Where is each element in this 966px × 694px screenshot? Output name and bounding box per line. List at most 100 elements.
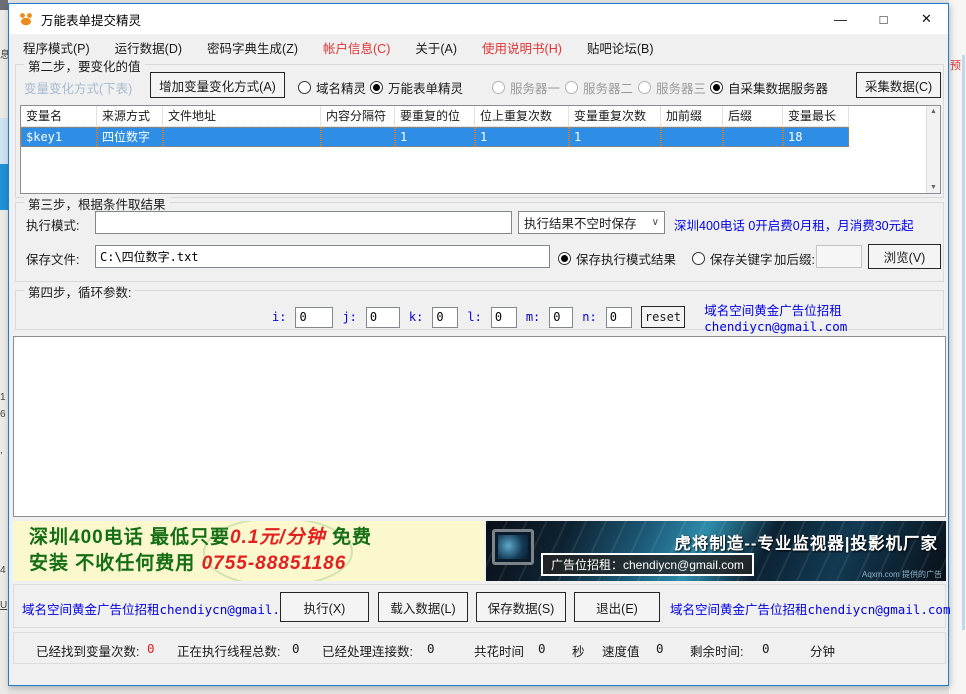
status-time-value: 0	[538, 641, 546, 656]
radio-save-keyword[interactable]: 保存关键字	[692, 249, 773, 268]
app-paw-icon	[18, 11, 34, 27]
reset-button[interactable]: reset	[641, 306, 686, 328]
radio-self-collect-server[interactable]: 自采集数据服务器	[710, 78, 828, 97]
radio-label: 万能表单精灵	[388, 78, 463, 97]
col-header[interactable]: 变量名	[21, 106, 97, 127]
radio-icon	[298, 81, 311, 94]
col-header[interactable]: 变量重复次数	[569, 106, 661, 127]
col-header[interactable]: 文件地址	[163, 106, 321, 127]
save-data-button[interactable]: 保存数据(S)	[476, 592, 566, 622]
status-remain-value: 0	[762, 641, 770, 656]
step2-group-title: 第二步，要变化的值	[24, 56, 145, 75]
step4-group: 第四步，循环参数: i: j: k: l: m: n: reset 域名空间黄金…	[15, 290, 944, 330]
col-header[interactable]: 位上重复次数	[475, 106, 569, 127]
cell-file-path	[163, 127, 321, 147]
ad-link-bottom-left[interactable]: 域名空间黄金广告位招租chendiycn@gmail.com	[22, 599, 303, 618]
param-n-label: n:	[582, 310, 596, 324]
execute-button[interactable]: 执行(X)	[280, 592, 369, 622]
cell-variable-name: $key1	[21, 127, 97, 147]
save-mode-dropdown[interactable]: 执行结果不空时保存 ∨	[518, 211, 665, 234]
col-header[interactable]: 变量最长	[783, 106, 849, 127]
col-header[interactable]: 内容分隔符	[321, 106, 395, 127]
save-file-label: 保存文件:	[26, 249, 79, 268]
add-variable-button[interactable]: 增加变量变化方式(A)	[150, 72, 285, 98]
status-time-unit: 秒	[572, 641, 585, 660]
exec-mode-input[interactable]	[95, 211, 512, 234]
radio-save-exec-result[interactable]: 保存执行模式结果	[558, 249, 676, 268]
variable-mode-hint: 变量变化方式(下表)	[24, 78, 132, 97]
menu-run-data[interactable]: 运行数据(D)	[115, 38, 182, 57]
menu-bar: 程序模式(P) 运行数据(D) 密码字典生成(Z) 帐户信息(C) 关于(A) …	[9, 34, 948, 61]
menu-forum[interactable]: 贴吧论坛(B)	[587, 38, 654, 57]
radio-domain-wizard[interactable]: 域名精灵	[298, 78, 366, 97]
minimize-button[interactable]: —	[819, 4, 862, 34]
status-speed-value: 0	[656, 641, 664, 656]
col-header[interactable]: 要重复的位	[395, 106, 475, 127]
radio-label: 域名精灵	[316, 78, 366, 97]
scroll-up-icon[interactable]: ▲	[930, 108, 937, 115]
cell-repeat-digit: 1	[395, 127, 475, 147]
radio-server3: 服务器三	[638, 78, 706, 97]
radio-icon	[492, 81, 505, 94]
param-j-input[interactable]	[366, 307, 400, 328]
radio-icon	[692, 252, 705, 265]
param-j-label: j:	[342, 310, 356, 324]
menu-program-mode[interactable]: 程序模式(P)	[23, 38, 90, 57]
step4-group-title: 第四步，循环参数:	[24, 282, 135, 301]
status-connections-value: 0	[427, 641, 435, 656]
radio-form-wizard[interactable]: 万能表单精灵	[370, 78, 463, 97]
radio-label: 自采集数据服务器	[728, 78, 828, 97]
result-textarea[interactable]	[13, 336, 946, 517]
table-header-row: 变量名 来源方式 文件地址 内容分隔符 要重复的位 位上重复次数 变量重复次数 …	[21, 106, 940, 127]
menu-password-dict[interactable]: 密码字典生成(Z)	[207, 38, 298, 57]
status-speed-label: 速度值	[602, 641, 640, 660]
menu-manual[interactable]: 使用说明书(H)	[482, 38, 562, 57]
cell-var-repeat-count: 1	[569, 127, 661, 147]
close-button[interactable]: ✕	[905, 4, 948, 34]
save-file-input[interactable]	[95, 245, 550, 268]
suffix-input[interactable]	[816, 245, 862, 268]
status-threads-value: 0	[292, 641, 300, 656]
dropdown-value: 执行结果不空时保存	[524, 213, 637, 232]
param-k-input[interactable]	[432, 307, 458, 328]
status-found-value: 0	[147, 641, 155, 656]
banner-text-green: 深圳400电话 最低只要	[29, 527, 230, 548]
load-data-button[interactable]: 载入数据(L)	[378, 592, 468, 622]
cell-suffix	[723, 127, 783, 147]
action-row: 域名空间黄金广告位招租chendiycn@gmail.com 执行(X) 载入数…	[13, 584, 946, 628]
radio-label: 服务器三	[656, 78, 706, 97]
table-row-selected[interactable]: $key1 四位数字 1 1 1 18	[21, 127, 940, 147]
radio-checked-icon	[710, 81, 723, 94]
col-header[interactable]: 来源方式	[97, 106, 163, 127]
ad-link-400phone[interactable]: 深圳400电话 0开启费0月租，月消费30元起	[674, 215, 914, 234]
exec-mode-label: 执行模式:	[26, 215, 79, 234]
browse-button[interactable]: 浏览(V)	[868, 244, 941, 269]
banner-right-credit: Aqxm.com 提供的广告	[862, 569, 942, 580]
col-header[interactable]: 加前缀	[661, 106, 723, 127]
maximize-button[interactable]: □	[862, 4, 905, 34]
param-l-input[interactable]	[491, 307, 517, 328]
param-n-input[interactable]	[606, 307, 632, 328]
radio-label: 服务器一	[510, 78, 560, 97]
table-scrollbar[interactable]: ▲ ▼	[926, 106, 940, 193]
menu-about[interactable]: 关于(A)	[415, 38, 457, 57]
banner-ad-left[interactable]: 深圳400电话 最低只要0.1元/分钟 免费 安装 不收任何费用 0755-88…	[13, 521, 484, 581]
cell-separator	[321, 127, 395, 147]
cell-digit-repeat-count: 1	[475, 127, 569, 147]
menu-account-info[interactable]: 帐户信息(C)	[323, 38, 390, 57]
radio-icon	[638, 81, 651, 94]
param-i-input[interactable]	[295, 307, 333, 328]
banner-ad-right[interactable]: 虎将制造--专业监视器|投影机厂家 广告位招租：chendiycn@gmail.…	[486, 521, 946, 581]
exit-button[interactable]: 退出(E)	[574, 592, 660, 622]
window-controls: — □ ✕	[819, 4, 948, 34]
title-bar: 万能表单提交精灵 — □ ✕	[9, 4, 948, 34]
radio-icon	[565, 81, 578, 94]
col-header[interactable]: 后缀	[723, 106, 783, 127]
collect-data-button[interactable]: 采集数据(C)	[856, 72, 941, 98]
status-found-label: 已经找到变量次数:	[36, 641, 139, 660]
radio-checked-icon	[558, 252, 571, 265]
ad-link-domain-rent[interactable]: 域名空间黄金广告位招租chendiycn@gmail.com	[704, 300, 943, 334]
param-m-input[interactable]	[549, 307, 573, 328]
ad-link-bottom-right[interactable]: 域名空间黄金广告位招租chendiycn@gmail.com	[670, 599, 951, 618]
scroll-down-icon[interactable]: ▼	[930, 184, 937, 191]
